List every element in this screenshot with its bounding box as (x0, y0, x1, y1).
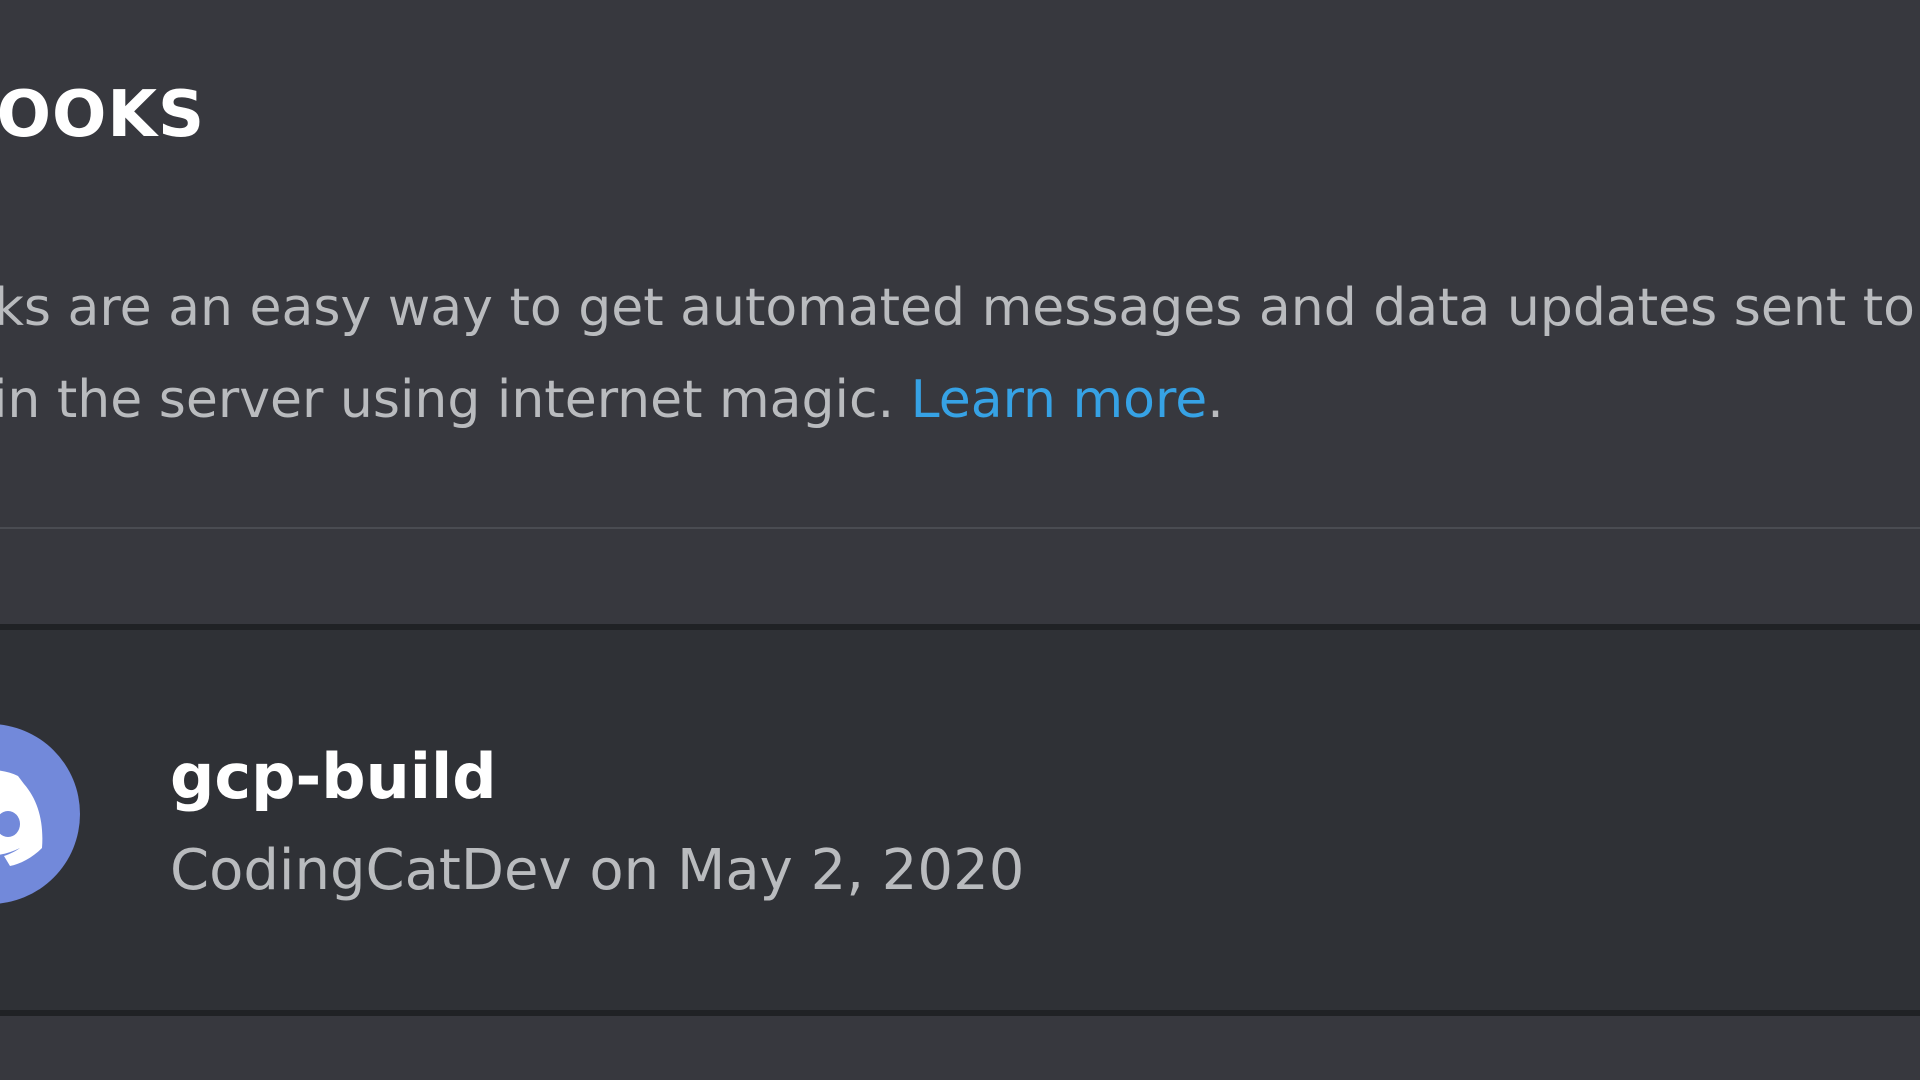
webhook-on-word: on (589, 838, 660, 903)
description-line-2-period: . (1207, 370, 1224, 430)
description-line-2-text: l in the server using internet magic. (0, 370, 911, 430)
description-line-2: l in the server using internet magic. Le… (0, 354, 1915, 446)
webhooks-settings-page: HOOKS oks are an easy way to get automat… (0, 0, 1920, 1080)
discord-logo-icon (0, 770, 43, 866)
webhook-card[interactable]: gcp-build CodingCatDev on May 2, 2020 (0, 624, 1920, 1016)
learn-more-link[interactable]: Learn more (911, 370, 1208, 430)
webhook-creator: CodingCatDev (170, 838, 572, 903)
webhook-created-info: CodingCatDev on May 2, 2020 (170, 838, 1024, 903)
webhook-name: gcp-build (170, 740, 497, 813)
webhook-created-date: May 2, 2020 (677, 838, 1025, 903)
page-title: HOOKS (0, 78, 206, 152)
webhooks-description: oks are an easy way to get automated mes… (0, 262, 1915, 446)
webhook-avatar[interactable] (0, 724, 80, 904)
description-line-1: oks are an easy way to get automated mes… (0, 278, 1915, 338)
section-divider (0, 527, 1920, 529)
